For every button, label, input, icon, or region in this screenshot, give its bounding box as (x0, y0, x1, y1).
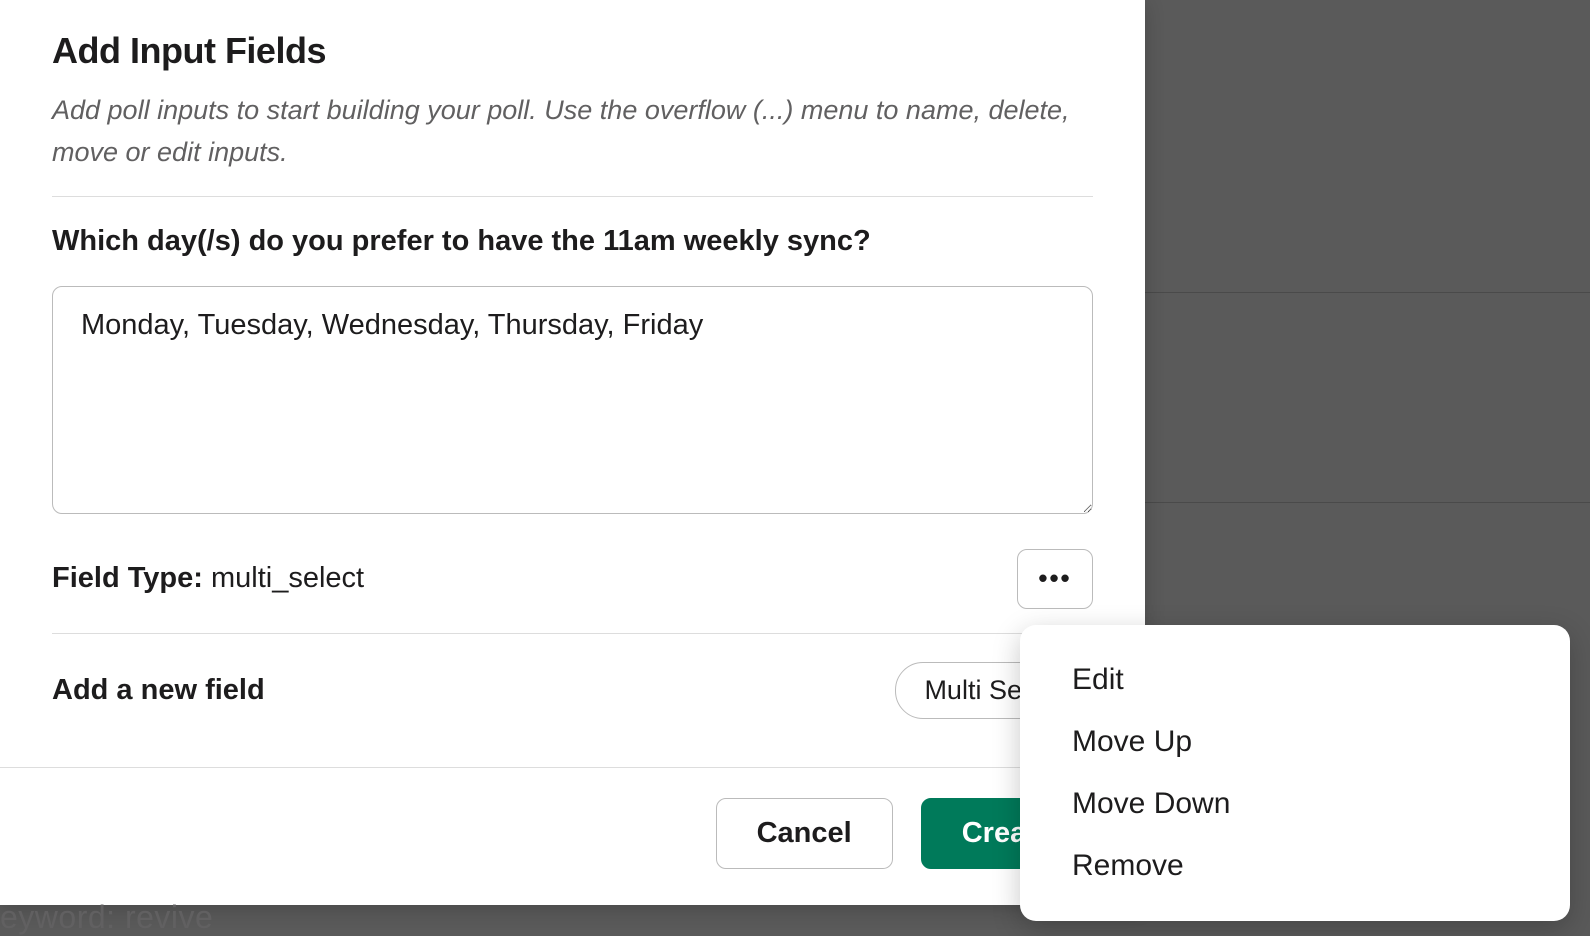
options-textarea[interactable] (52, 286, 1093, 514)
section-subtitle: Add poll inputs to start building your p… (52, 90, 1093, 174)
menu-item-move-up[interactable]: Move Up (1020, 711, 1570, 773)
menu-item-move-down[interactable]: Move Down (1020, 773, 1570, 835)
background-partial-text: eyword: revive (0, 899, 213, 936)
modal-footer: Cancel Create (0, 767, 1145, 905)
menu-item-edit[interactable]: Edit (1020, 649, 1570, 711)
question-label: Which day(/s) do you prefer to have the … (52, 225, 1093, 258)
add-field-label: Add a new field (52, 674, 265, 707)
menu-item-remove[interactable]: Remove (1020, 835, 1570, 897)
add-input-fields-modal: Add Input Fields Add poll inputs to star… (0, 0, 1145, 905)
section-title: Add Input Fields (52, 30, 1093, 72)
overflow-menu-button[interactable]: ••• (1017, 549, 1093, 609)
field-type-text: Field Type: multi_select (52, 562, 364, 595)
field-type-row: Field Type: multi_select ••• (52, 549, 1093, 634)
field-type-value: multi_select (211, 562, 364, 594)
add-field-row: Add a new field Multi Select (52, 662, 1093, 719)
cancel-button[interactable]: Cancel (716, 798, 893, 869)
overflow-dropdown-menu: Edit Move Up Move Down Remove (1020, 625, 1570, 921)
divider (52, 196, 1093, 197)
modal-body: Add Input Fields Add poll inputs to star… (0, 0, 1145, 767)
ellipsis-icon: ••• (1038, 563, 1071, 594)
field-type-label: Field Type: (52, 562, 211, 594)
